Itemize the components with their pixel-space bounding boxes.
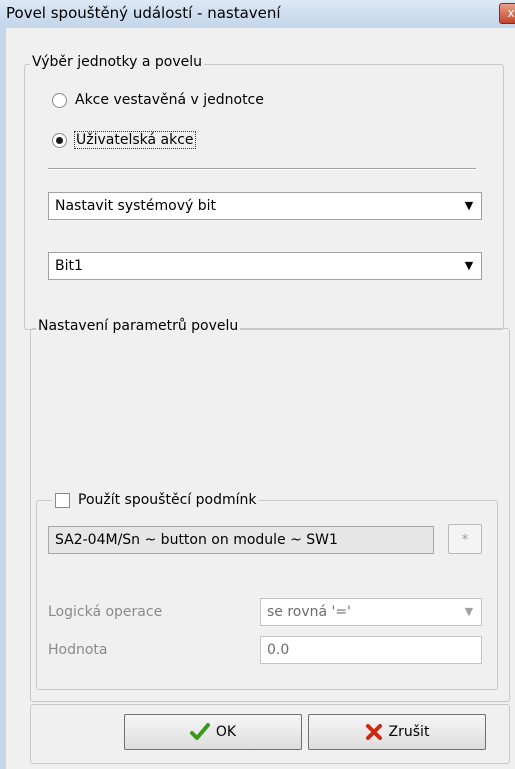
condition-source-field: SA2-04M/Sn ~ button on module ~ SW1 xyxy=(48,526,434,554)
condition-source-value: SA2-04M/Sn ~ button on module ~ SW1 xyxy=(55,532,338,548)
close-icon: x xyxy=(507,6,515,20)
logical-operation-value: se rovná '=' xyxy=(267,604,351,620)
trigger-condition-label[interactable]: Použít spouštěcí podmínk xyxy=(78,492,256,508)
value-label: Hodnota xyxy=(48,642,108,658)
dialog-body: Výběr jednotky a povelu Akce vestavěná v… xyxy=(6,28,515,769)
radio-builtin-action[interactable]: Akce vestavěná v jednotce xyxy=(52,92,264,108)
radio-user-label[interactable]: Uživatelská akce xyxy=(74,131,196,149)
browse-source-button[interactable]: * xyxy=(448,524,482,554)
chevron-down-icon[interactable]: ▼ xyxy=(458,600,480,624)
chevron-down-icon[interactable]: ▼ xyxy=(458,194,480,218)
cancel-button[interactable]: Zrušit xyxy=(308,714,486,750)
check-icon xyxy=(189,723,210,740)
trigger-condition-checkbox[interactable] xyxy=(55,492,70,508)
x-icon xyxy=(365,724,382,740)
ok-button[interactable]: OK xyxy=(124,714,302,750)
action-select-value: Nastavit systémový bit xyxy=(55,198,216,214)
radio-user-action[interactable]: Uživatelská akce xyxy=(52,131,196,149)
radio-builtin-indicator[interactable] xyxy=(52,92,67,108)
logical-operation-select[interactable]: se rovná '=' ▼ xyxy=(260,598,482,626)
chevron-down-icon[interactable]: ▼ xyxy=(458,254,480,278)
group-separator xyxy=(48,168,476,170)
asterisk-icon: * xyxy=(461,532,469,548)
logical-operation-label: Logická operace xyxy=(48,604,163,620)
title-bar: Povel spouštěný událostí - nastavení x xyxy=(0,0,515,29)
value-input[interactable]: 0.0 xyxy=(260,636,482,664)
value-input-value: 0.0 xyxy=(267,642,290,658)
ok-button-label: OK xyxy=(215,724,237,740)
trigger-condition-checkbox-row[interactable]: Použít spouštěcí podmínk xyxy=(52,492,260,508)
window-title: Povel spouštěný událostí - nastavení xyxy=(6,4,281,22)
bit-select[interactable]: Bit1 ▼ xyxy=(48,252,482,280)
group-command-params-legend: Nastavení parametrů povelu xyxy=(36,318,241,334)
action-select[interactable]: Nastavit systémový bit ▼ xyxy=(48,192,482,220)
radio-builtin-label[interactable]: Akce vestavěná v jednotce xyxy=(75,92,264,108)
radio-user-indicator[interactable] xyxy=(52,132,67,148)
bit-select-value: Bit1 xyxy=(55,258,83,274)
close-button[interactable]: x xyxy=(499,3,515,24)
cancel-button-label: Zrušit xyxy=(388,724,430,740)
group-unit-command-legend: Výběr jednotky a povelu xyxy=(30,54,204,70)
